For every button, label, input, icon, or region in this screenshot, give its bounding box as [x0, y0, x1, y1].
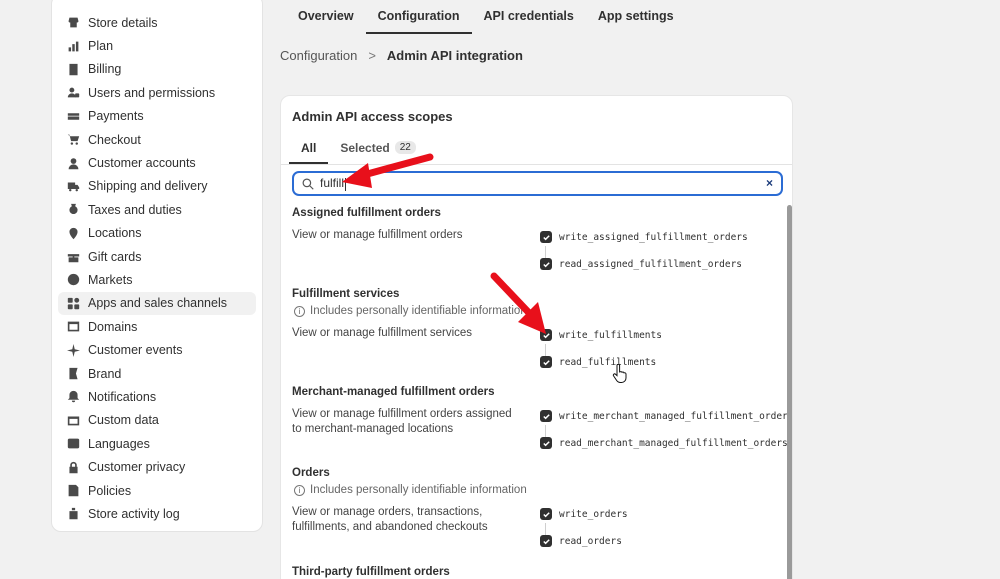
clear-search-icon[interactable]: × — [766, 176, 773, 190]
sidebar-item-activity-log[interactable]: Store activity log — [58, 502, 256, 525]
annotation-arrow-icon — [490, 272, 546, 334]
info-icon: i — [294, 484, 305, 496]
breadcrumb: Configuration > Admin API integration — [280, 48, 523, 63]
payments-icon — [66, 109, 80, 123]
checkbox-checked-icon — [540, 437, 552, 449]
scope-checkbox[interactable]: write_merchant_managed_fulfillment_order… — [540, 410, 792, 422]
tab-all[interactable]: All — [289, 135, 329, 164]
data-icon — [66, 413, 80, 427]
sidebar-item-custom-data[interactable]: Custom data — [58, 409, 256, 432]
scope-checkbox[interactable]: read_assigned_fulfillment_orders — [540, 258, 742, 270]
person-icon — [66, 156, 80, 170]
sidebar-item-taxes[interactable]: Taxes and duties — [58, 198, 256, 221]
sidebar-item-locations[interactable]: Locations — [58, 222, 256, 245]
billing-icon — [66, 62, 80, 76]
brand-icon — [66, 367, 80, 381]
section-description: View or manage orders, transactions, ful… — [292, 506, 488, 533]
sidebar-item-customer-accounts[interactable]: Customer accounts — [58, 151, 256, 174]
sidebar-item-apps[interactable]: Apps and sales channels — [58, 291, 256, 316]
scope-checkbox[interactable]: write_assigned_fulfillment_orders — [540, 231, 748, 243]
checkbox-checked-icon — [540, 535, 552, 547]
pii-note: i Includes personally identifiable inform… — [294, 484, 527, 496]
plan-icon — [66, 39, 80, 53]
scope-connector — [545, 425, 546, 437]
tab-overview[interactable]: Overview — [280, 0, 366, 34]
tab-configuration[interactable]: Configuration — [365, 0, 472, 34]
gift-icon — [66, 250, 80, 264]
sidebar-item-customer-privacy[interactable]: Customer privacy — [58, 455, 256, 478]
policy-icon — [66, 484, 80, 498]
breadcrumb-configuration[interactable]: Configuration — [280, 48, 357, 63]
card-title: Admin API access scopes — [292, 109, 453, 124]
card-scrollbar[interactable] — [787, 205, 792, 579]
section-description: View or manage fulfillment orders assign… — [292, 408, 512, 435]
sidebar-item-policies[interactable]: Policies — [58, 479, 256, 502]
bell-icon — [66, 390, 80, 404]
checkbox-checked-icon — [540, 508, 552, 520]
section-title: Merchant-managed fulfillment orders — [292, 386, 495, 398]
section-title: Fulfillment services — [292, 288, 400, 300]
sidebar-item-languages[interactable]: Languages — [58, 432, 256, 455]
section-description: View or manage fulfillment orders — [292, 229, 463, 241]
settings-sidebar: Store details Plan Billing Users and per… — [51, 0, 263, 532]
sidebar-item-store-details[interactable]: Store details — [58, 11, 256, 34]
truck-icon — [66, 179, 80, 193]
sidebar-item-domains[interactable]: Domains — [58, 315, 256, 338]
sidebar-item-notifications[interactable]: Notifications — [58, 385, 256, 408]
sidebar-item-checkout[interactable]: Checkout — [58, 128, 256, 151]
scope-connector — [545, 246, 546, 258]
hand-cursor-icon — [612, 364, 627, 383]
page-title: Admin API integration — [386, 48, 523, 63]
sparkle-icon — [66, 343, 80, 357]
lock-icon — [66, 460, 80, 474]
apps-icon — [66, 296, 80, 310]
sidebar-item-shipping[interactable]: Shipping and delivery — [58, 175, 256, 198]
sidebar-item-users[interactable]: Users and permissions — [58, 81, 256, 104]
globe-icon — [66, 273, 80, 287]
scope-checkbox[interactable]: read_merchant_managed_fulfillment_orders — [540, 437, 788, 449]
checkbox-checked-icon — [540, 356, 552, 368]
checkbox-checked-icon — [540, 231, 552, 243]
sidebar-item-customer-events[interactable]: Customer events — [58, 338, 256, 361]
sidebar-item-markets[interactable]: Markets — [58, 268, 256, 291]
scope-connector — [545, 344, 546, 356]
scope-checkbox[interactable]: write_orders — [540, 508, 628, 520]
tab-api-credentials[interactable]: API credentials — [472, 0, 586, 34]
scope-checkbox[interactable]: write_fulfillments — [540, 329, 662, 341]
section-title: Orders — [292, 467, 330, 479]
sidebar-item-billing[interactable]: Billing — [58, 58, 256, 81]
scope-connector — [545, 523, 546, 535]
scope-checkbox[interactable]: read_orders — [540, 535, 622, 547]
location-icon — [66, 226, 80, 240]
top-tabs: Overview Configuration API credentials A… — [280, 0, 686, 34]
sidebar-item-plan[interactable]: Plan — [58, 34, 256, 57]
language-icon — [66, 437, 80, 451]
domain-icon — [66, 320, 80, 334]
checkbox-checked-icon — [540, 410, 552, 422]
scope-checkbox[interactable]: read_fulfillments — [540, 356, 656, 368]
section-description: View or manage fulfillment services — [292, 327, 473, 339]
sidebar-item-brand[interactable]: Brand — [58, 362, 256, 385]
activity-icon — [66, 507, 80, 521]
breadcrumb-separator: > — [368, 48, 376, 63]
tax-icon — [66, 203, 80, 217]
sidebar-item-payments[interactable]: Payments — [58, 105, 256, 128]
tab-app-settings[interactable]: App settings — [586, 0, 686, 34]
sidebar-item-gift-cards[interactable]: Gift cards — [58, 245, 256, 268]
cart-icon — [66, 133, 80, 147]
section-title: Assigned fulfillment orders — [292, 207, 441, 219]
info-icon: i — [294, 305, 305, 317]
store-icon — [66, 16, 80, 30]
search-icon — [302, 178, 314, 190]
users-icon — [66, 86, 80, 100]
section-title: Third-party fulfillment orders — [292, 566, 450, 578]
annotation-arrow-icon — [342, 153, 434, 188]
